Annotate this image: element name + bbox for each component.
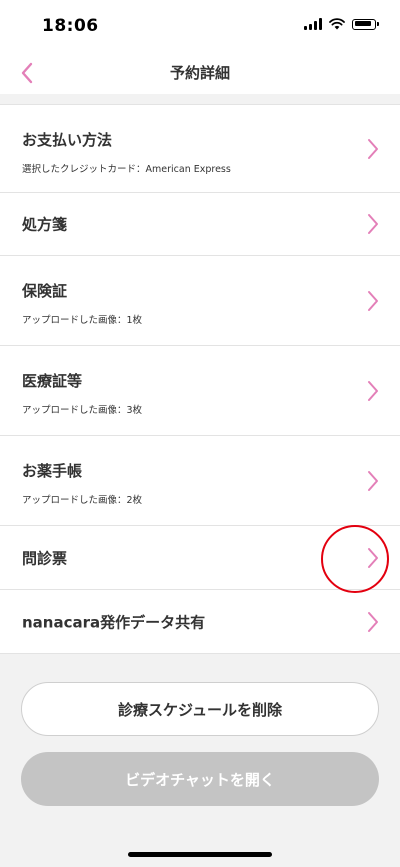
- row-payment-method[interactable]: お支払い方法 選択したクレジットカード：American Express: [0, 105, 400, 193]
- chevron-right-icon: [368, 470, 378, 491]
- status-icons: [304, 18, 379, 30]
- row-insurance-card[interactable]: 保険証 アップロードした画像：1枚: [0, 256, 400, 346]
- row-title: お支払い方法: [22, 131, 113, 149]
- chevron-right-icon: [368, 214, 378, 234]
- row-nanacara-data-sharing[interactable]: nanacara発作データ共有: [0, 590, 400, 654]
- wifi-icon: [329, 18, 345, 30]
- chevron-right-icon: [368, 290, 378, 311]
- row-subtitle: アップロードした画像：2枚: [22, 495, 143, 506]
- chevron-right-icon: [368, 547, 378, 568]
- row-subtitle: アップロードした画像：1枚: [22, 315, 143, 326]
- row-title: お薬手帳: [22, 462, 83, 480]
- row-title: 医療証等: [22, 372, 83, 390]
- row-prescription[interactable]: 処方箋: [0, 193, 400, 256]
- row-title: 問診票: [22, 549, 68, 567]
- row-medication-notebook[interactable]: お薬手帳 アップロードした画像：2枚: [0, 436, 400, 526]
- row-questionnaire[interactable]: 問診票: [0, 526, 400, 590]
- row-medical-certificate[interactable]: 医療証等 アップロードした画像：3枚: [0, 346, 400, 436]
- chevron-right-icon: [368, 138, 378, 159]
- detail-list: お支払い方法 選択したクレジットカード：American Express 処方箋…: [0, 104, 400, 654]
- row-title: 保険証: [22, 282, 68, 300]
- row-subtitle: アップロードした画像：3枚: [22, 405, 143, 416]
- delete-schedule-button[interactable]: 診療スケジュールを削除: [21, 682, 379, 736]
- page-title: 予約詳細: [169, 64, 230, 82]
- battery-icon: [352, 18, 379, 30]
- row-title: nanacara発作データ共有: [22, 613, 206, 631]
- open-video-chat-button[interactable]: ビデオチャットを開く: [21, 752, 379, 806]
- status-bar: 18:06: [0, 0, 400, 50]
- chevron-right-icon: [368, 611, 378, 632]
- row-title: 処方箋: [22, 215, 68, 234]
- status-time: 18:06: [42, 16, 99, 36]
- row-subtitle: 選択したクレジットカード：American Express: [22, 164, 231, 175]
- signal-icon: [304, 18, 322, 30]
- nav-bar: 予約詳細: [0, 50, 400, 94]
- home-indicator: [128, 852, 272, 857]
- chevron-right-icon: [368, 380, 378, 401]
